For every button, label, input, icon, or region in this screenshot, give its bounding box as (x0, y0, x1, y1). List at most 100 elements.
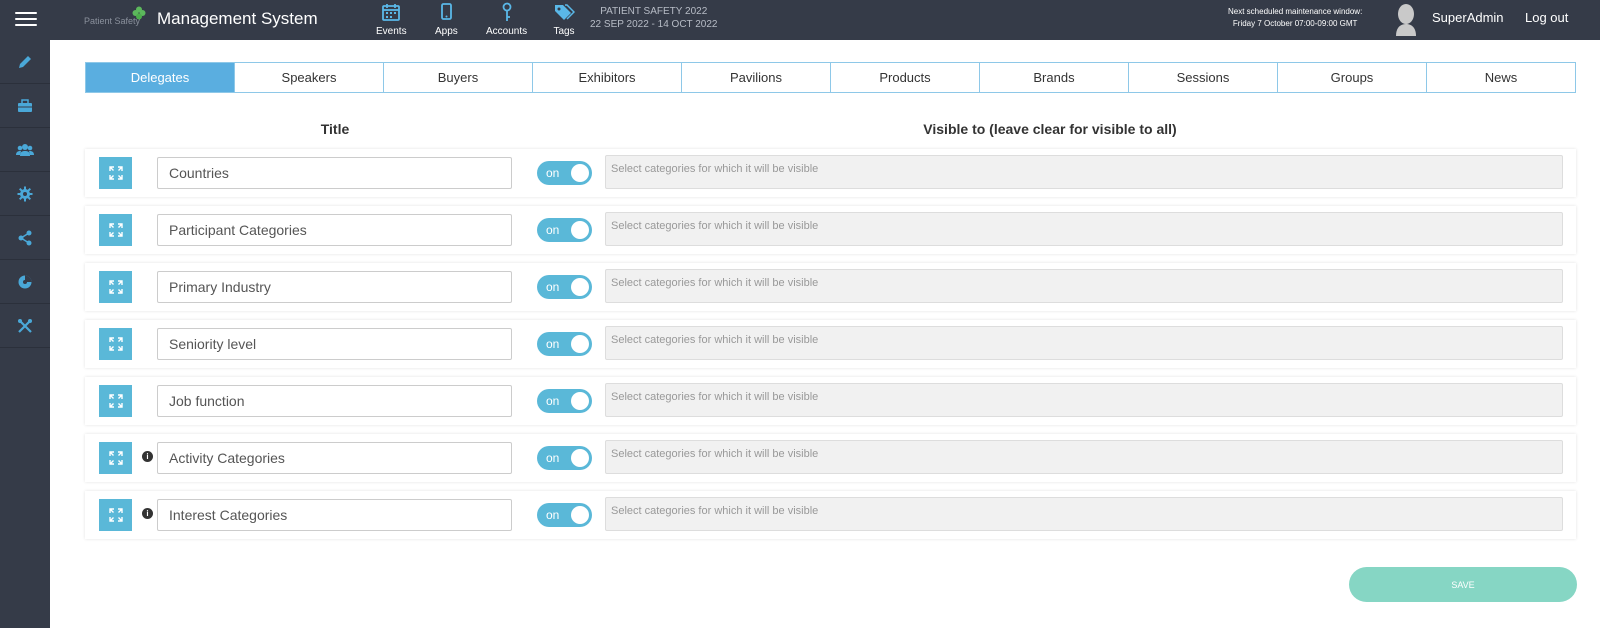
sidebar-item-edit[interactable] (0, 40, 50, 84)
user-name: SuperAdmin (1432, 10, 1504, 25)
column-heading-visible: Visible to (leave clear for visible to a… (923, 121, 1177, 137)
calendar-icon (382, 4, 401, 21)
sidebar (0, 40, 50, 628)
maintenance-notice: Next scheduled maintenance window: Frida… (1228, 6, 1362, 30)
tab-groups[interactable]: Groups (1278, 63, 1427, 92)
field-row: Participant Categories on Select categorie… (85, 206, 1576, 254)
top-bar: Patient Safety Management System Events … (0, 0, 1600, 40)
event-info: PATIENT SAFETY 2022 22 SEP 2022 - 14 OCT… (590, 5, 718, 31)
event-name: PATIENT SAFETY 2022 (600, 6, 708, 17)
maintenance-line-2: Friday 7 October 07:00-09:00 GMT (1232, 19, 1358, 28)
share-icon (18, 230, 32, 245)
visible-to-select[interactable]: Select categories for which it will be v… (605, 155, 1563, 189)
title-input[interactable]: Seniority level (157, 328, 512, 360)
sidebar-item-share[interactable] (0, 216, 50, 260)
title-input[interactable]: Activity Categories (157, 442, 512, 474)
visibility-toggle[interactable]: on (537, 389, 592, 413)
pencil-icon (19, 55, 31, 68)
field-row: Seniority level on Select categories for w… (85, 320, 1576, 368)
title-input[interactable]: Interest Categories (157, 499, 512, 531)
expand-icon (108, 394, 123, 408)
visible-to-select[interactable]: Select categories for which it will be v… (605, 383, 1563, 417)
sidebar-item-tools[interactable] (0, 304, 50, 348)
tab-bar: Delegates Speakers Buyers Exhibitors Pav… (85, 62, 1576, 93)
tab-speakers[interactable]: Speakers (235, 63, 384, 92)
visible-to-select[interactable]: Select categories for which it will be v… (605, 269, 1563, 303)
tools-icon (18, 318, 32, 333)
toggle-knob (571, 335, 589, 353)
toggle-label: on (546, 337, 560, 351)
sidebar-item-users[interactable] (0, 128, 50, 172)
tab-delegates[interactable]: Delegates (86, 63, 235, 92)
visibility-toggle[interactable]: on (537, 503, 592, 527)
expand-button[interactable] (99, 385, 132, 417)
title-input[interactable]: Primary Industry (157, 271, 512, 303)
info-icon[interactable]: i (142, 451, 153, 462)
nav-events[interactable]: Events (376, 2, 407, 37)
chart-icon (18, 275, 32, 288)
title-input[interactable]: Countries (157, 157, 512, 189)
toggle-label: on (546, 508, 560, 522)
visible-to-select[interactable]: Select categories for which it will be v… (605, 212, 1563, 246)
tab-products[interactable]: Products (831, 63, 980, 92)
tab-news[interactable]: News (1427, 63, 1575, 92)
field-row: i Activity Categories on Select categories … (85, 434, 1576, 482)
gear-icon (17, 186, 33, 201)
save-button[interactable]: SAVE (1349, 567, 1577, 602)
expand-icon (108, 337, 123, 351)
expand-button[interactable] (99, 328, 132, 360)
clover-icon (132, 6, 146, 20)
nav-tags[interactable]: Tags (553, 2, 575, 37)
users-icon (16, 143, 34, 156)
tab-exhibitors[interactable]: Exhibitors (533, 63, 682, 92)
visibility-toggle[interactable]: on (537, 446, 592, 470)
visibility-toggle[interactable]: on (537, 161, 592, 185)
nav-accounts[interactable]: Accounts (486, 2, 527, 37)
title-input[interactable]: Participant Categories (157, 214, 512, 246)
tab-sessions[interactable]: Sessions (1129, 63, 1278, 92)
visibility-toggle[interactable]: on (537, 275, 592, 299)
nav-apps[interactable]: Apps (435, 2, 458, 37)
visible-to-select[interactable]: Select categories for which it will be v… (605, 440, 1563, 474)
nav-events-label: Events (376, 26, 407, 37)
nav-accounts-label: Accounts (486, 26, 528, 37)
tab-buyers[interactable]: Buyers (384, 63, 533, 92)
tab-pavilions[interactable]: Pavilions (682, 63, 831, 92)
event-dates: 22 SEP 2022 - 14 OCT 2022 (590, 19, 718, 30)
expand-button[interactable] (99, 214, 132, 246)
toggle-knob (571, 392, 589, 410)
toggle-knob (571, 449, 589, 467)
tags-icon (555, 4, 575, 20)
title-input[interactable]: Job function (157, 385, 512, 417)
visibility-toggle[interactable]: on (537, 218, 592, 242)
key-icon (502, 2, 511, 21)
toggle-knob (571, 506, 589, 524)
expand-icon (108, 223, 123, 237)
nav-apps-label: Apps (435, 26, 458, 37)
toggle-knob (571, 221, 589, 239)
expand-button[interactable] (99, 271, 132, 303)
field-list: Countries on Select categories for which i… (85, 149, 1576, 548)
column-heading-title: Title (320, 121, 350, 137)
expand-button[interactable] (99, 442, 132, 474)
visible-to-select[interactable]: Select categories for which it will be v… (605, 497, 1563, 531)
logout-link[interactable]: Log out (1525, 10, 1568, 25)
field-row: Countries on Select categories for which i… (85, 149, 1576, 197)
toggle-knob (571, 278, 589, 296)
expand-button[interactable] (99, 157, 132, 189)
tab-brands[interactable]: Brands (980, 63, 1129, 92)
menu-icon[interactable] (15, 12, 37, 28)
sidebar-item-settings[interactable] (0, 172, 50, 216)
sidebar-item-briefcase[interactable] (0, 84, 50, 128)
logo: Patient Safety (84, 6, 146, 34)
toggle-label: on (546, 280, 560, 294)
visible-to-select[interactable]: Select categories for which it will be v… (605, 326, 1563, 360)
visibility-toggle[interactable]: on (537, 332, 592, 356)
info-icon[interactable]: i (142, 508, 153, 519)
toggle-label: on (546, 223, 560, 237)
expand-button[interactable] (99, 499, 132, 531)
avatar-icon (1396, 4, 1416, 36)
expand-icon (108, 280, 123, 294)
maintenance-line-1: Next scheduled maintenance window: (1228, 7, 1363, 16)
sidebar-item-reports[interactable] (0, 260, 50, 304)
